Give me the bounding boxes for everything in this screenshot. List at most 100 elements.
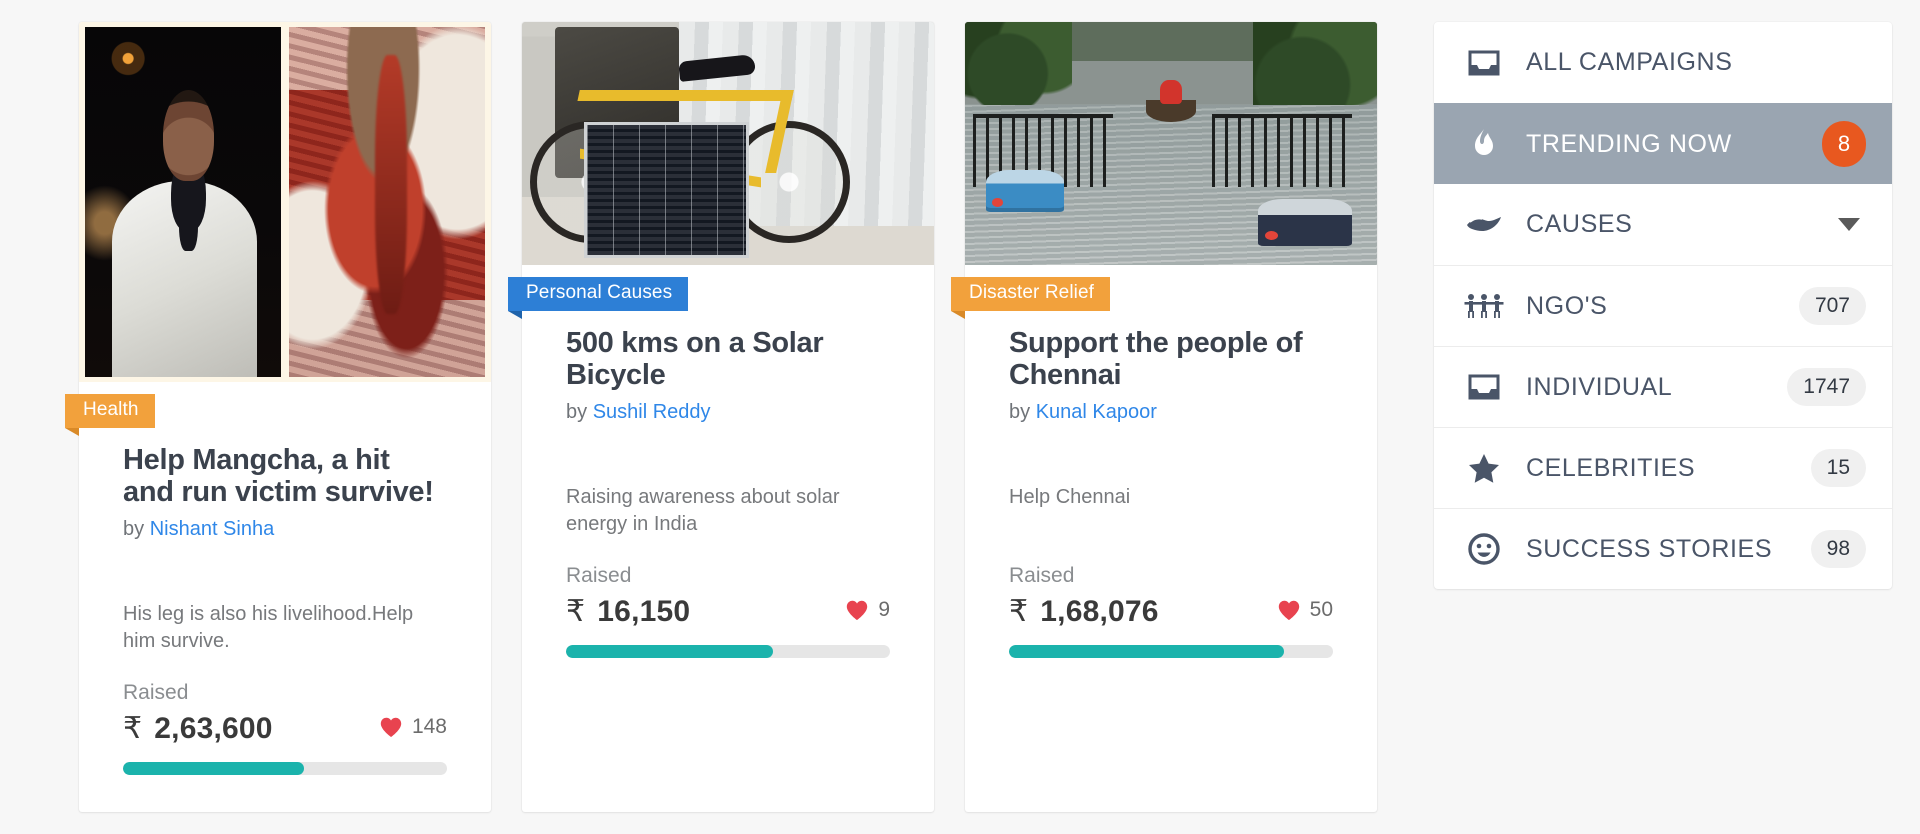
solar-bicycle-photo bbox=[522, 22, 934, 265]
people-icon bbox=[1464, 293, 1504, 319]
category-tag[interactable]: Personal Causes bbox=[508, 277, 688, 311]
campaign-title[interactable]: 500 kms on a Solar Bicycle bbox=[566, 327, 890, 392]
sidebar-item-label: ALL CAMPAIGNS bbox=[1526, 48, 1866, 77]
campaign-author-line: by Kunal Kapoor bbox=[1009, 401, 1333, 424]
likes-group[interactable]: 9 bbox=[845, 598, 890, 622]
campaign-image[interactable] bbox=[965, 22, 1377, 265]
heart-icon bbox=[845, 599, 869, 621]
smiley-icon bbox=[1464, 533, 1504, 565]
solar-panel-shape bbox=[584, 122, 749, 258]
campaign-author-link[interactable]: Kunal Kapoor bbox=[1036, 401, 1157, 423]
raised-row: ₹2,63,600 148 bbox=[123, 711, 447, 746]
sidebar-item-ngos[interactable]: NGO'S 707 bbox=[1434, 265, 1892, 346]
status-badge: 8 bbox=[1822, 121, 1866, 167]
inbox-icon bbox=[1464, 49, 1504, 77]
raised-label: Raised bbox=[123, 681, 447, 705]
campaign-card[interactable]: Disaster Relief Support the people of Ch… bbox=[965, 22, 1377, 812]
chennai-flood-photo bbox=[965, 22, 1377, 265]
campaign-image[interactable] bbox=[79, 22, 491, 382]
flame-icon bbox=[1464, 128, 1504, 160]
category-tag-wrap: Health bbox=[79, 394, 491, 428]
raised-label: Raised bbox=[566, 564, 890, 588]
sidebar-item-individual[interactable]: INDIVIDUAL 1747 bbox=[1434, 346, 1892, 427]
submerged-car-dark bbox=[1258, 199, 1353, 245]
rupee-icon: ₹ bbox=[566, 595, 585, 628]
campaign-description: Help Chennai bbox=[1009, 484, 1333, 540]
progress-bar-fill bbox=[123, 762, 304, 775]
rupee-icon: ₹ bbox=[1009, 595, 1028, 628]
heart-icon bbox=[1277, 599, 1301, 621]
raised-row: ₹1,68,076 50 bbox=[1009, 594, 1333, 629]
category-tag[interactable]: Health bbox=[65, 394, 155, 428]
sidebar-item-label: CAUSES bbox=[1526, 210, 1838, 239]
count-badge: 1747 bbox=[1787, 368, 1866, 406]
sidebar-item-label: CELEBRITIES bbox=[1526, 454, 1811, 483]
sidebar-item-label: SUCCESS STORIES bbox=[1526, 535, 1811, 564]
handshake-icon bbox=[1464, 214, 1504, 236]
likes-group[interactable]: 148 bbox=[379, 715, 447, 739]
campaign-title[interactable]: Help Mangcha, a hit and run victim survi… bbox=[123, 444, 447, 509]
raised-value: 16,150 bbox=[597, 595, 690, 628]
by-prefix: by bbox=[123, 518, 144, 540]
likes-group[interactable]: 50 bbox=[1277, 598, 1333, 622]
raised-amount: ₹16,150 bbox=[566, 594, 690, 629]
campaign-card-body: Support the people of Chennai by Kunal K… bbox=[965, 311, 1377, 658]
campaign-author-link[interactable]: Sushil Reddy bbox=[593, 401, 711, 423]
progress-bar-fill bbox=[566, 645, 773, 658]
star-icon bbox=[1464, 453, 1504, 483]
submerged-car-blue bbox=[986, 170, 1064, 211]
inbox-icon bbox=[1464, 373, 1504, 401]
campaign-author-link[interactable]: Nishant Sinha bbox=[150, 518, 275, 540]
count-badge: 707 bbox=[1799, 287, 1866, 325]
raised-label: Raised bbox=[1009, 564, 1333, 588]
fence-right bbox=[1212, 114, 1352, 187]
progress-bar bbox=[566, 645, 890, 658]
by-prefix: by bbox=[1009, 401, 1030, 423]
likes-count: 148 bbox=[412, 715, 447, 739]
by-prefix: by bbox=[566, 401, 587, 423]
campaign-title[interactable]: Support the people of Chennai bbox=[1009, 327, 1333, 392]
rupee-icon: ₹ bbox=[123, 712, 142, 745]
rescue-boat bbox=[1146, 100, 1195, 122]
count-badge: 98 bbox=[1811, 530, 1866, 568]
sidebar-item-causes[interactable]: CAUSES bbox=[1434, 184, 1892, 265]
portrait-photo bbox=[85, 27, 281, 377]
campaign-card-body: 500 kms on a Solar Bicycle by Sushil Red… bbox=[522, 311, 934, 658]
campaign-description: Raising awareness about solar energy in … bbox=[566, 484, 890, 540]
category-tag-wrap: Personal Causes bbox=[522, 277, 934, 311]
progress-bar-fill bbox=[1009, 645, 1284, 658]
sidebar-item-label: INDIVIDUAL bbox=[1526, 373, 1787, 402]
campaign-author-line: by Nishant Sinha bbox=[123, 518, 447, 541]
campaign-description: His leg is also his livelihood.Help him … bbox=[123, 601, 447, 657]
likes-count: 50 bbox=[1310, 598, 1333, 622]
campaign-card[interactable]: Personal Causes 500 kms on a Solar Bicyc… bbox=[522, 22, 934, 812]
sidebar-item-label: NGO'S bbox=[1526, 292, 1799, 321]
collage-artwork bbox=[79, 22, 491, 382]
sidebar-item-all-campaigns[interactable]: ALL CAMPAIGNS bbox=[1434, 22, 1892, 103]
progress-bar bbox=[123, 762, 447, 775]
sidebar-item-trending-now[interactable]: TRENDING NOW 8 bbox=[1434, 103, 1892, 184]
raised-amount: ₹1,68,076 bbox=[1009, 594, 1159, 629]
raised-value: 1,68,076 bbox=[1040, 595, 1158, 628]
injury-photo bbox=[289, 27, 485, 377]
heart-icon bbox=[379, 716, 403, 738]
category-sidebar: ALL CAMPAIGNS TRENDING NOW 8 CAUSES bbox=[1434, 22, 1892, 589]
chevron-down-icon[interactable] bbox=[1838, 218, 1860, 231]
campaign-card[interactable]: Health Help Mangcha, a hit and run victi… bbox=[79, 22, 491, 812]
raised-row: ₹16,150 9 bbox=[566, 594, 890, 629]
sidebar-item-success-stories[interactable]: SUCCESS STORIES 98 bbox=[1434, 508, 1892, 589]
raised-amount: ₹2,63,600 bbox=[123, 711, 273, 746]
raised-value: 2,63,600 bbox=[154, 712, 272, 745]
likes-count: 9 bbox=[878, 598, 890, 622]
campaign-card-grid: Health Help Mangcha, a hit and run victi… bbox=[79, 22, 1379, 812]
category-tag-wrap: Disaster Relief bbox=[965, 277, 1377, 311]
campaign-card-body: Help Mangcha, a hit and run victim survi… bbox=[79, 428, 491, 775]
progress-bar bbox=[1009, 645, 1333, 658]
campaign-image[interactable] bbox=[522, 22, 934, 265]
campaign-author-line: by Sushil Reddy bbox=[566, 401, 890, 424]
count-badge: 15 bbox=[1811, 449, 1866, 487]
sidebar-item-celebrities[interactable]: CELEBRITIES 15 bbox=[1434, 427, 1892, 508]
category-tag[interactable]: Disaster Relief bbox=[951, 277, 1110, 311]
sidebar-item-label: TRENDING NOW bbox=[1526, 130, 1822, 159]
page-root: Health Help Mangcha, a hit and run victi… bbox=[0, 0, 1920, 834]
